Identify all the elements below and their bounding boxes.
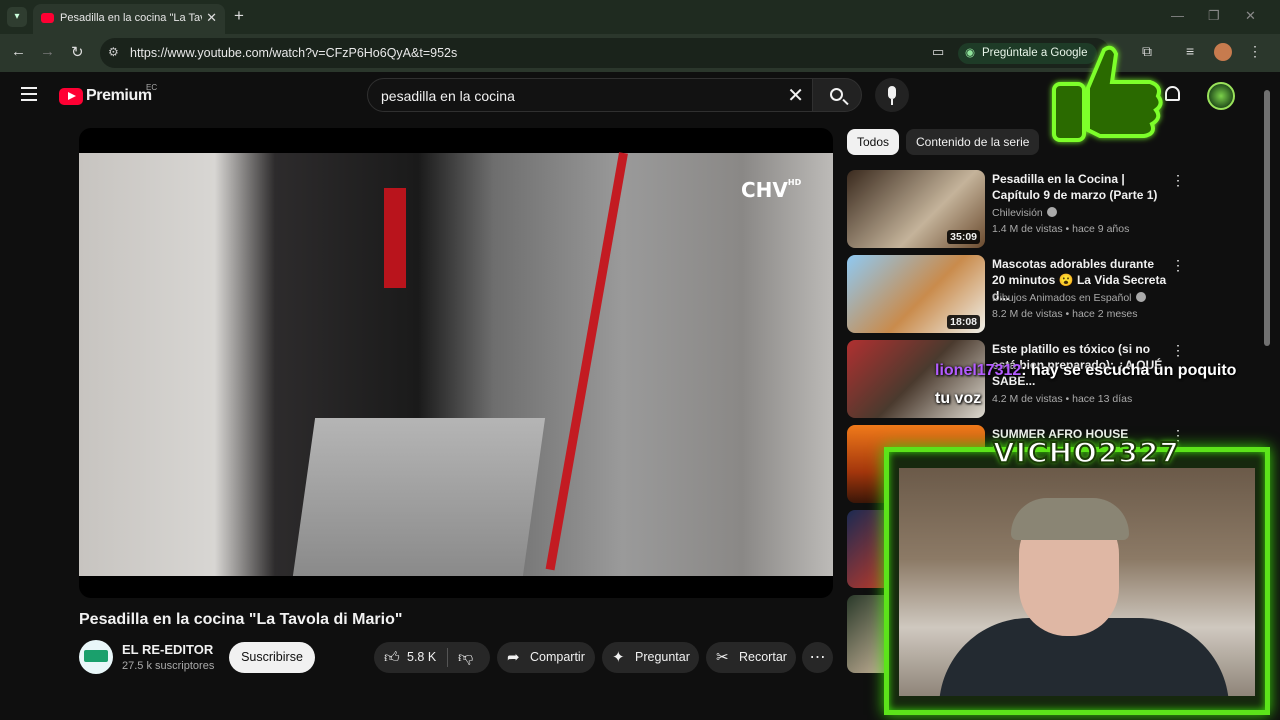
recommendation-meta: 4.2 M de vistas • hace 13 días <box>992 393 1133 405</box>
recommendation-channel[interactable]: Dibujos Animados en Español <box>992 292 1146 304</box>
more-options-icon[interactable]: ⋮ <box>1171 257 1185 274</box>
user-avatar[interactable] <box>1207 82 1235 110</box>
search-button[interactable] <box>812 78 862 112</box>
recommendation-meta: 1.4 M de vistas • hace 9 años <box>992 223 1130 235</box>
site-info-icon[interactable]: ⚙ <box>108 45 119 59</box>
duration-badge: 35:09 <box>947 230 980 244</box>
sparkle-icon: ✦ <box>612 649 625 666</box>
new-tab-button[interactable]: + <box>234 6 244 26</box>
video-scene-sink <box>292 418 546 576</box>
thumbs-up-icon <box>1052 45 1163 142</box>
back-button[interactable]: ← <box>11 43 26 60</box>
media-control-icon[interactable]: ≡ <box>1186 43 1194 59</box>
minimize-button[interactable]: — <box>1171 8 1184 23</box>
video-player[interactable]: CHVHD <box>79 128 833 598</box>
recommendation-meta: 8.2 M de vistas • hace 2 meses <box>992 308 1138 320</box>
browser-profile-avatar[interactable] <box>1214 43 1232 61</box>
more-actions-icon[interactable]: ⋯ <box>802 642 833 673</box>
search-query: pesadilla en la cocina <box>381 88 515 104</box>
video-thumbnail[interactable]: 18:08 <box>847 255 985 333</box>
chat-message-continuation: tu voz <box>935 390 982 407</box>
verified-icon <box>1046 207 1057 217</box>
video-scene-sleeve <box>384 188 406 288</box>
more-options-icon[interactable]: ⋮ <box>1171 172 1185 189</box>
browser-tabstrip: ▾ Pesadilla en la cocina "La Tavola ✕ + … <box>0 0 1280 34</box>
ask-button[interactable]: ✦ Preguntar <box>602 642 699 673</box>
channel-avatar[interactable] <box>79 640 113 674</box>
ask-label: Preguntar <box>635 650 690 664</box>
google-lens-icon: ◉ <box>965 47 976 59</box>
like-icon[interactable]: 👍︎ <box>384 642 400 673</box>
country-code: EC <box>146 83 158 92</box>
webcam-feed <box>899 468 1255 696</box>
url-text: https://www.youtube.com/watch?v=CFzP6Ho6… <box>130 46 458 60</box>
voice-search-icon[interactable] <box>875 78 909 112</box>
clip-label: Recortar <box>739 650 787 664</box>
browser-menu-icon[interactable]: ⋮ <box>1248 43 1262 60</box>
video-title: Pesadilla en la cocina "La Tavola di Mar… <box>79 611 403 628</box>
share-button[interactable]: ➦ Compartir <box>497 642 595 673</box>
video-thumbnail[interactable]: 35:09 <box>847 170 985 248</box>
youtube-logo-icon[interactable] <box>59 88 83 105</box>
dislike-icon[interactable]: 👎︎ <box>458 642 473 673</box>
chip-series[interactable]: Contenido de la serie <box>906 129 1040 155</box>
verified-icon <box>1135 292 1146 302</box>
share-icon: ➦ <box>507 649 520 666</box>
webcam-overlay: VICHO2327 <box>884 435 1270 715</box>
share-label: Compartir <box>530 650 585 664</box>
video-scene-pipe <box>545 152 628 571</box>
duration-badge: 18:08 <box>947 315 980 329</box>
recommendation-title[interactable]: Pesadilla en la Cocina | Capítulo 9 de m… <box>992 171 1167 203</box>
chip-all[interactable]: Todos <box>847 129 900 155</box>
recommendation-channel[interactable]: Chilevisión <box>992 207 1057 219</box>
browser-tab[interactable]: Pesadilla en la cocina "La Tavola ✕ <box>33 4 225 34</box>
youtube-favicon-icon <box>41 13 54 23</box>
forward-button[interactable]: → <box>40 43 55 60</box>
webcam-person-cap <box>1011 498 1129 540</box>
clip-button[interactable]: ✂ Recortar <box>706 642 796 673</box>
like-count[interactable]: 5.8 K <box>407 642 436 673</box>
subscriber-count: 27.5 k suscriptores <box>122 660 215 672</box>
youtube-logo-text[interactable]: Premium <box>86 87 152 105</box>
like-dislike-group: 👍︎ 5.8 K 👎︎ <box>374 642 490 673</box>
subscribe-button[interactable]: Suscribirse <box>229 642 315 673</box>
chat-message: lionel17312: hay se escucha un poquito <box>935 362 1236 380</box>
recommendation-item[interactable]: 18:08 Mascotas adorables durante 20 minu… <box>847 255 1247 333</box>
search-input[interactable]: pesadilla en la cocina ✕ <box>367 78 813 112</box>
scrollbar-thumb[interactable] <box>1264 90 1270 346</box>
video-frame: CHVHD <box>79 152 833 576</box>
recommendation-item[interactable]: 35:09 Pesadilla en la Cocina | Capítulo … <box>847 170 1247 248</box>
channel-name[interactable]: EL RE-EDITOR <box>122 642 213 657</box>
window-close-button[interactable]: ✕ <box>1245 8 1256 24</box>
install-app-icon[interactable]: ▭ <box>932 44 944 60</box>
address-bar[interactable]: ⚙ https://www.youtube.com/watch?v=CFzP6H… <box>100 38 1110 68</box>
reload-button[interactable]: ↻ <box>71 43 84 61</box>
streamer-name: VICHO2327 <box>992 435 1180 470</box>
close-tab-icon[interactable]: ✕ <box>206 10 217 26</box>
more-options-icon[interactable]: ⋮ <box>1171 342 1185 359</box>
tab-search-button[interactable]: ▾ <box>7 7 27 27</box>
scissors-icon: ✂ <box>716 649 729 666</box>
like-divider <box>447 648 448 667</box>
chat-text: : hay se escucha un poquito <box>1021 362 1237 379</box>
clear-search-icon[interactable]: ✕ <box>787 83 804 108</box>
search-icon <box>830 88 843 101</box>
chv-logo: CHVHD <box>741 178 802 202</box>
chat-username: lionel17312 <box>935 362 1022 379</box>
maximize-button[interactable]: ❐ <box>1208 8 1220 24</box>
menu-icon[interactable] <box>21 87 37 105</box>
tab-title: Pesadilla en la cocina "La Tavola <box>60 12 202 24</box>
